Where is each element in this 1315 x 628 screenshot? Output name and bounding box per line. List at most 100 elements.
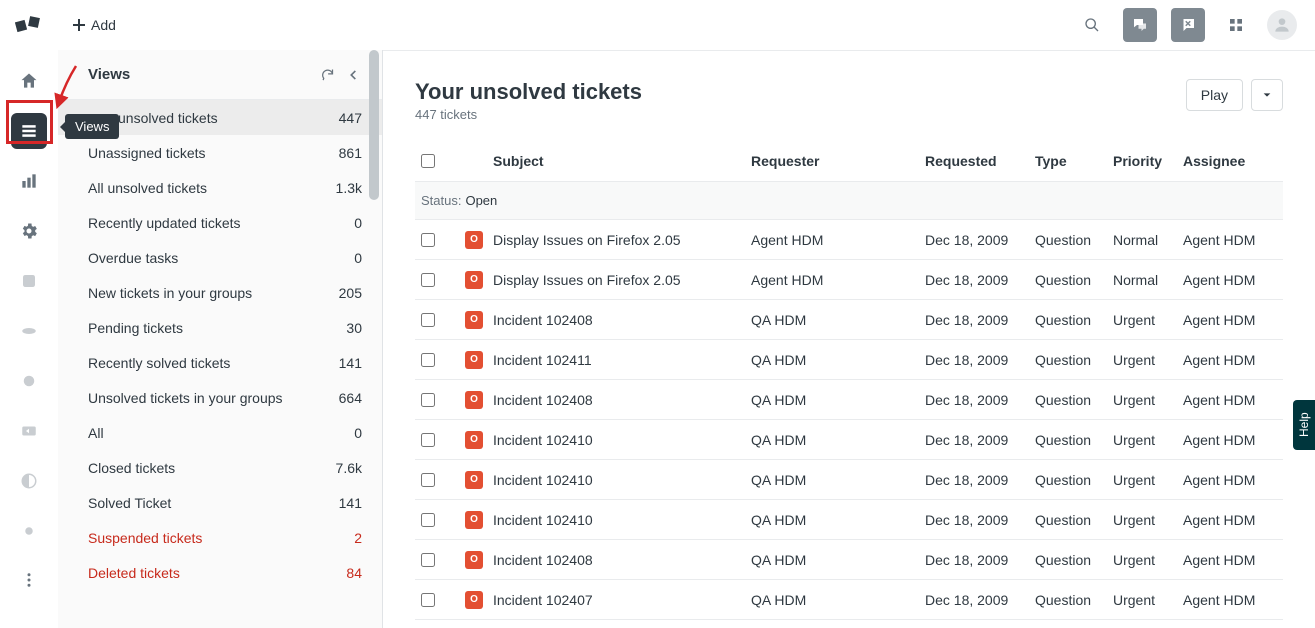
select-all-checkbox[interactable]	[421, 154, 435, 168]
cell-subject: Incident 102410	[493, 512, 751, 528]
cell-assignee: Agent HDM	[1183, 432, 1283, 448]
cell-assignee: Agent HDM	[1183, 592, 1283, 608]
help-tab[interactable]: Help	[1293, 400, 1315, 450]
user-avatar[interactable]	[1267, 10, 1297, 40]
cell-subject: Display Issues on Firefox 2.05	[493, 232, 751, 248]
view-label: Pending tickets	[88, 320, 346, 336]
rail-app-5[interactable]	[11, 463, 47, 499]
refresh-views-button[interactable]	[314, 62, 340, 88]
rail-app-6[interactable]	[11, 513, 47, 549]
cell-subject: Incident 102408	[493, 312, 751, 328]
table-row[interactable]: OIncident 102408QA HDMDec 18, 2009Questi…	[415, 380, 1283, 420]
cell-type: Question	[1035, 432, 1113, 448]
rail-admin[interactable]	[11, 213, 47, 249]
status-badge: O	[465, 351, 483, 369]
col-requested[interactable]: Requested	[925, 153, 1035, 169]
rail-reporting[interactable]	[11, 163, 47, 199]
table-row[interactable]: OIncident 102410QA HDMDec 18, 2009Questi…	[415, 420, 1283, 460]
col-assignee[interactable]: Assignee	[1183, 153, 1283, 169]
view-count: 30	[346, 320, 362, 336]
play-dropdown-button[interactable]	[1251, 79, 1283, 111]
sidepanel-scrollbar[interactable]	[369, 50, 379, 200]
row-checkbox[interactable]	[421, 593, 435, 607]
row-checkbox[interactable]	[421, 393, 435, 407]
search-button[interactable]	[1075, 8, 1109, 42]
topbar: Add	[0, 0, 1315, 50]
cell-type: Question	[1035, 232, 1113, 248]
view-count: 141	[339, 355, 362, 371]
view-label: Unassigned tickets	[88, 145, 339, 161]
cell-assignee: Agent HDM	[1183, 392, 1283, 408]
view-row[interactable]: Recently solved tickets141	[58, 345, 382, 380]
row-checkbox[interactable]	[421, 273, 435, 287]
table-row[interactable]: OIncident 102407QA HDMDec 18, 2009Questi…	[415, 580, 1283, 620]
status-value: Open	[465, 193, 497, 208]
table-row[interactable]: OIncident 102408QA HDMDec 18, 2009Questi…	[415, 300, 1283, 340]
status-badge: O	[465, 311, 483, 329]
view-label: unsolved tickets	[88, 110, 339, 126]
view-row[interactable]: Deleted tickets84	[58, 555, 382, 590]
apps-button[interactable]	[1219, 8, 1253, 42]
row-checkbox[interactable]	[421, 353, 435, 367]
rail-app-2[interactable]	[11, 313, 47, 349]
conversations-button[interactable]	[1123, 8, 1157, 42]
table-row[interactable]: ODisplay Issues on Firefox 2.05Agent HDM…	[415, 220, 1283, 260]
cell-requester: QA HDM	[751, 472, 925, 488]
cell-priority: Normal	[1113, 272, 1183, 288]
view-row[interactable]: Solved Ticket141	[58, 485, 382, 520]
talk-button[interactable]	[1171, 8, 1205, 42]
plus-icon	[73, 19, 85, 31]
row-checkbox[interactable]	[421, 313, 435, 327]
cell-requester: QA HDM	[751, 392, 925, 408]
status-group-row[interactable]: Status: Open	[415, 182, 1283, 220]
col-type[interactable]: Type	[1035, 153, 1113, 169]
play-button[interactable]: Play	[1186, 79, 1243, 111]
row-checkbox[interactable]	[421, 233, 435, 247]
view-row[interactable]: Pending tickets30	[58, 310, 382, 345]
view-row[interactable]: New tickets in your groups205	[58, 275, 382, 310]
add-button[interactable]: Add	[58, 17, 116, 33]
view-count: 861	[339, 145, 362, 161]
col-priority[interactable]: Priority	[1113, 153, 1183, 169]
view-row[interactable]: Unsolved tickets in your groups664	[58, 380, 382, 415]
table-row[interactable]: OIncident 102410QA HDMDec 18, 2009Questi…	[415, 460, 1283, 500]
table-row[interactable]: OIncident 102410QA HDMDec 18, 2009Questi…	[415, 500, 1283, 540]
view-row[interactable]: All0	[58, 415, 382, 450]
cell-requester: QA HDM	[751, 552, 925, 568]
view-row[interactable]: Closed tickets7.6k	[58, 450, 382, 485]
cell-requester: QA HDM	[751, 312, 925, 328]
rail-app-4[interactable]	[11, 413, 47, 449]
brand-logo	[15, 14, 43, 36]
view-row[interactable]: Unassigned tickets861	[58, 135, 382, 170]
rail-more[interactable]	[11, 562, 47, 598]
rail-app-1[interactable]	[11, 263, 47, 299]
row-checkbox[interactable]	[421, 433, 435, 447]
view-row[interactable]: Overdue tasks0	[58, 240, 382, 275]
table-row[interactable]: OIncident 102408QA HDMDec 18, 2009Questi…	[415, 540, 1283, 580]
chevron-left-icon	[346, 68, 360, 82]
view-count: 2	[354, 530, 362, 546]
table-row[interactable]: ODisplay Issues on Firefox 2.05Agent HDM…	[415, 260, 1283, 300]
view-row[interactable]: Recently updated tickets0	[58, 205, 382, 240]
table-row[interactable]: OIncident 102411QA HDMDec 18, 2009Questi…	[415, 620, 1283, 628]
collapse-panel-button[interactable]	[340, 62, 366, 88]
view-label: All unsolved tickets	[88, 180, 336, 196]
col-requester[interactable]: Requester	[751, 153, 925, 169]
cell-type: Question	[1035, 352, 1113, 368]
table-row[interactable]: OIncident 102411QA HDMDec 18, 2009Questi…	[415, 340, 1283, 380]
rail-app-3[interactable]	[11, 363, 47, 399]
row-checkbox[interactable]	[421, 473, 435, 487]
table-header: Subject Requester Requested Type Priorit…	[415, 140, 1283, 182]
cell-assignee: Agent HDM	[1183, 312, 1283, 328]
cell-priority: Normal	[1113, 232, 1183, 248]
row-checkbox[interactable]	[421, 553, 435, 567]
rail-home[interactable]	[11, 63, 47, 99]
status-label: Status:	[421, 193, 461, 208]
view-row[interactable]: All unsolved tickets1.3k	[58, 170, 382, 205]
cell-requested: Dec 18, 2009	[925, 472, 1035, 488]
view-row[interactable]: Suspended tickets2	[58, 520, 382, 555]
cell-type: Question	[1035, 512, 1113, 528]
col-subject[interactable]: Subject	[493, 153, 751, 169]
row-checkbox[interactable]	[421, 513, 435, 527]
rail-views[interactable]	[11, 113, 47, 149]
